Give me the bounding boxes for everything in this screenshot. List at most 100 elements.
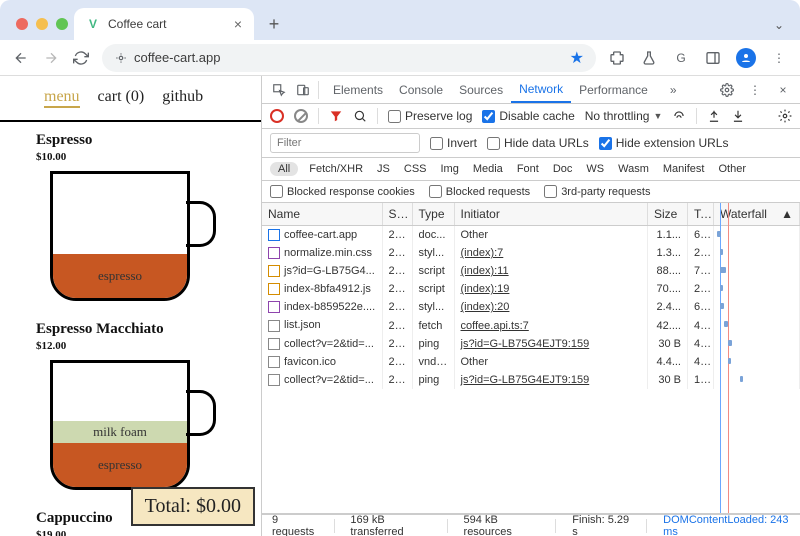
devtools-menu-icon[interactable]: ⋮ — [746, 81, 764, 99]
network-status-bar: 9 requests 169 kB transferred 594 kB res… — [262, 514, 800, 536]
status-resources: 594 kB resources — [464, 514, 540, 536]
nav-cart[interactable]: cart (0) — [98, 88, 145, 108]
search-icon[interactable] — [353, 109, 367, 123]
devtools-more-tabs[interactable]: » — [662, 76, 685, 103]
browser-menu-icon[interactable]: ⋮ — [770, 49, 788, 67]
file-type-icon — [268, 301, 280, 313]
new-tab-button[interactable]: + — [260, 10, 288, 38]
site-info-icon[interactable] — [114, 51, 128, 65]
devtools-tab-performance[interactable]: Performance — [571, 76, 656, 103]
col-initiator[interactable]: Initiator — [454, 203, 648, 226]
side-panel-icon[interactable] — [704, 49, 722, 67]
type-filter-media[interactable]: Media — [470, 163, 506, 175]
network-table[interactable]: Name S... Type Initiator Size T... Water… — [262, 203, 800, 514]
nav-github[interactable]: github — [162, 88, 203, 108]
col-status[interactable]: S... — [382, 203, 412, 226]
devtools-tab-console[interactable]: Console — [391, 76, 451, 103]
type-filter-manifest[interactable]: Manifest — [660, 163, 708, 175]
maximize-window-button[interactable] — [56, 18, 68, 30]
table-row[interactable]: favicon.ico200vnd....Other4.4...4... — [262, 353, 800, 371]
device-toolbar-icon[interactable] — [294, 81, 312, 99]
menu-item: Espresso Macchiato$12.00milk foamespress… — [0, 311, 261, 500]
network-conditions-icon[interactable] — [672, 109, 686, 123]
type-filter-fetch-xhr[interactable]: Fetch/XHR — [306, 163, 366, 175]
inspect-element-icon[interactable] — [270, 81, 288, 99]
file-type-icon — [268, 229, 280, 241]
throttling-select[interactable]: No throttling ▼ — [585, 109, 663, 123]
reload-button[interactable] — [72, 49, 90, 67]
close-tab-icon[interactable]: × — [234, 16, 242, 32]
type-filter-ws[interactable]: WS — [583, 163, 607, 175]
disable-cache-checkbox[interactable]: Disable cache — [482, 109, 574, 123]
status-requests: 9 requests — [272, 514, 318, 536]
file-type-icon — [268, 265, 280, 277]
profile-avatar[interactable] — [736, 48, 756, 68]
status-dcl: DOMContentLoaded: 243 ms — [663, 514, 790, 536]
item-price: $12.00 — [36, 340, 261, 352]
col-waterfall[interactable]: Waterfall ▲ — [714, 203, 800, 226]
browser-tab[interactable]: V Coffee cart × — [74, 8, 254, 40]
type-filter-other[interactable]: Other — [715, 163, 749, 175]
col-name[interactable]: Name — [262, 203, 382, 226]
col-size[interactable]: Size — [648, 203, 688, 226]
table-row[interactable]: collect?v=2&tid=...204pingjs?id=G-LB75G4… — [262, 371, 800, 389]
invert-checkbox[interactable]: Invert — [430, 136, 477, 150]
blocked-cookies-checkbox[interactable]: Blocked response cookies — [270, 185, 415, 198]
devtools-settings-icon[interactable] — [718, 81, 736, 99]
type-filter-img[interactable]: Img — [438, 163, 462, 175]
table-row[interactable]: normalize.min.css200styl...(index):71.3.… — [262, 244, 800, 262]
coffee-cup[interactable]: milk foamespresso — [40, 360, 220, 500]
hide-data-urls-checkbox[interactable]: Hide data URLs — [487, 136, 589, 150]
extensions-icon[interactable] — [608, 49, 626, 67]
status-transferred: 169 kB transferred — [350, 514, 430, 536]
type-filter-wasm[interactable]: Wasm — [615, 163, 652, 175]
file-type-icon — [268, 374, 280, 386]
type-filter-font[interactable]: Font — [514, 163, 542, 175]
export-har-icon[interactable] — [707, 109, 721, 123]
vue-favicon-icon: V — [86, 17, 100, 31]
import-har-icon[interactable] — [731, 109, 745, 123]
labs-icon[interactable] — [640, 49, 658, 67]
devtools-tab-sources[interactable]: Sources — [451, 76, 511, 103]
network-settings-icon[interactable] — [778, 109, 792, 123]
blocked-requests-checkbox[interactable]: Blocked requests — [429, 185, 530, 198]
site-nav: menu cart (0) github — [0, 76, 261, 114]
preserve-log-checkbox[interactable]: Preserve log — [388, 109, 472, 123]
nav-menu[interactable]: menu — [44, 88, 80, 108]
table-row[interactable]: index-b859522e....200styl...(index):202.… — [262, 298, 800, 316]
devtools-tabbar: ElementsConsoleSourcesNetworkPerformance… — [262, 76, 800, 104]
network-extra-filters: Blocked response cookies Blocked request… — [262, 181, 800, 203]
minimize-window-button[interactable] — [36, 18, 48, 30]
window-controls — [10, 18, 74, 40]
col-type[interactable]: Type — [412, 203, 454, 226]
address-bar[interactable]: coffee-cart.app ★ — [102, 44, 596, 72]
coffee-cup[interactable]: espresso — [40, 171, 220, 311]
table-row[interactable]: list.json200fetchcoffee.api.ts:742....4.… — [262, 316, 800, 334]
type-filter-js[interactable]: JS — [374, 163, 393, 175]
third-party-checkbox[interactable]: 3rd-party requests — [544, 185, 650, 198]
table-row[interactable]: js?id=G-LB75G4...200script(index):1188..… — [262, 262, 800, 280]
table-row[interactable]: coffee-cart.app200doc...Other1.1...6... — [262, 226, 800, 245]
devtools-tab-network[interactable]: Network — [511, 76, 571, 103]
table-header-row[interactable]: Name S... Type Initiator Size T... Water… — [262, 203, 800, 226]
bookmark-star-icon[interactable]: ★ — [570, 48, 584, 68]
devtools-close-icon[interactable]: × — [774, 81, 792, 99]
clear-button[interactable] — [294, 109, 308, 123]
type-filter-css[interactable]: CSS — [401, 163, 430, 175]
table-row[interactable]: index-8bfa4912.js200script(index):1970..… — [262, 280, 800, 298]
type-filter-doc[interactable]: Doc — [550, 163, 576, 175]
record-button[interactable] — [270, 109, 284, 123]
col-time[interactable]: T... — [688, 203, 714, 226]
tab-overflow-button[interactable]: ⌄ — [774, 18, 790, 40]
hide-extension-urls-checkbox[interactable]: Hide extension URLs — [599, 136, 729, 150]
total-box[interactable]: Total: $0.00 — [131, 487, 255, 526]
close-window-button[interactable] — [16, 18, 28, 30]
type-filter-all[interactable]: All — [270, 162, 298, 176]
google-icon[interactable]: G — [672, 49, 690, 67]
back-button[interactable] — [12, 49, 30, 67]
file-type-icon — [268, 338, 280, 350]
devtools-tab-elements[interactable]: Elements — [325, 76, 391, 103]
table-row[interactable]: collect?v=2&tid=...204pingjs?id=G-LB75G4… — [262, 335, 800, 353]
filter-input[interactable] — [270, 133, 420, 153]
filter-icon[interactable] — [329, 109, 343, 123]
